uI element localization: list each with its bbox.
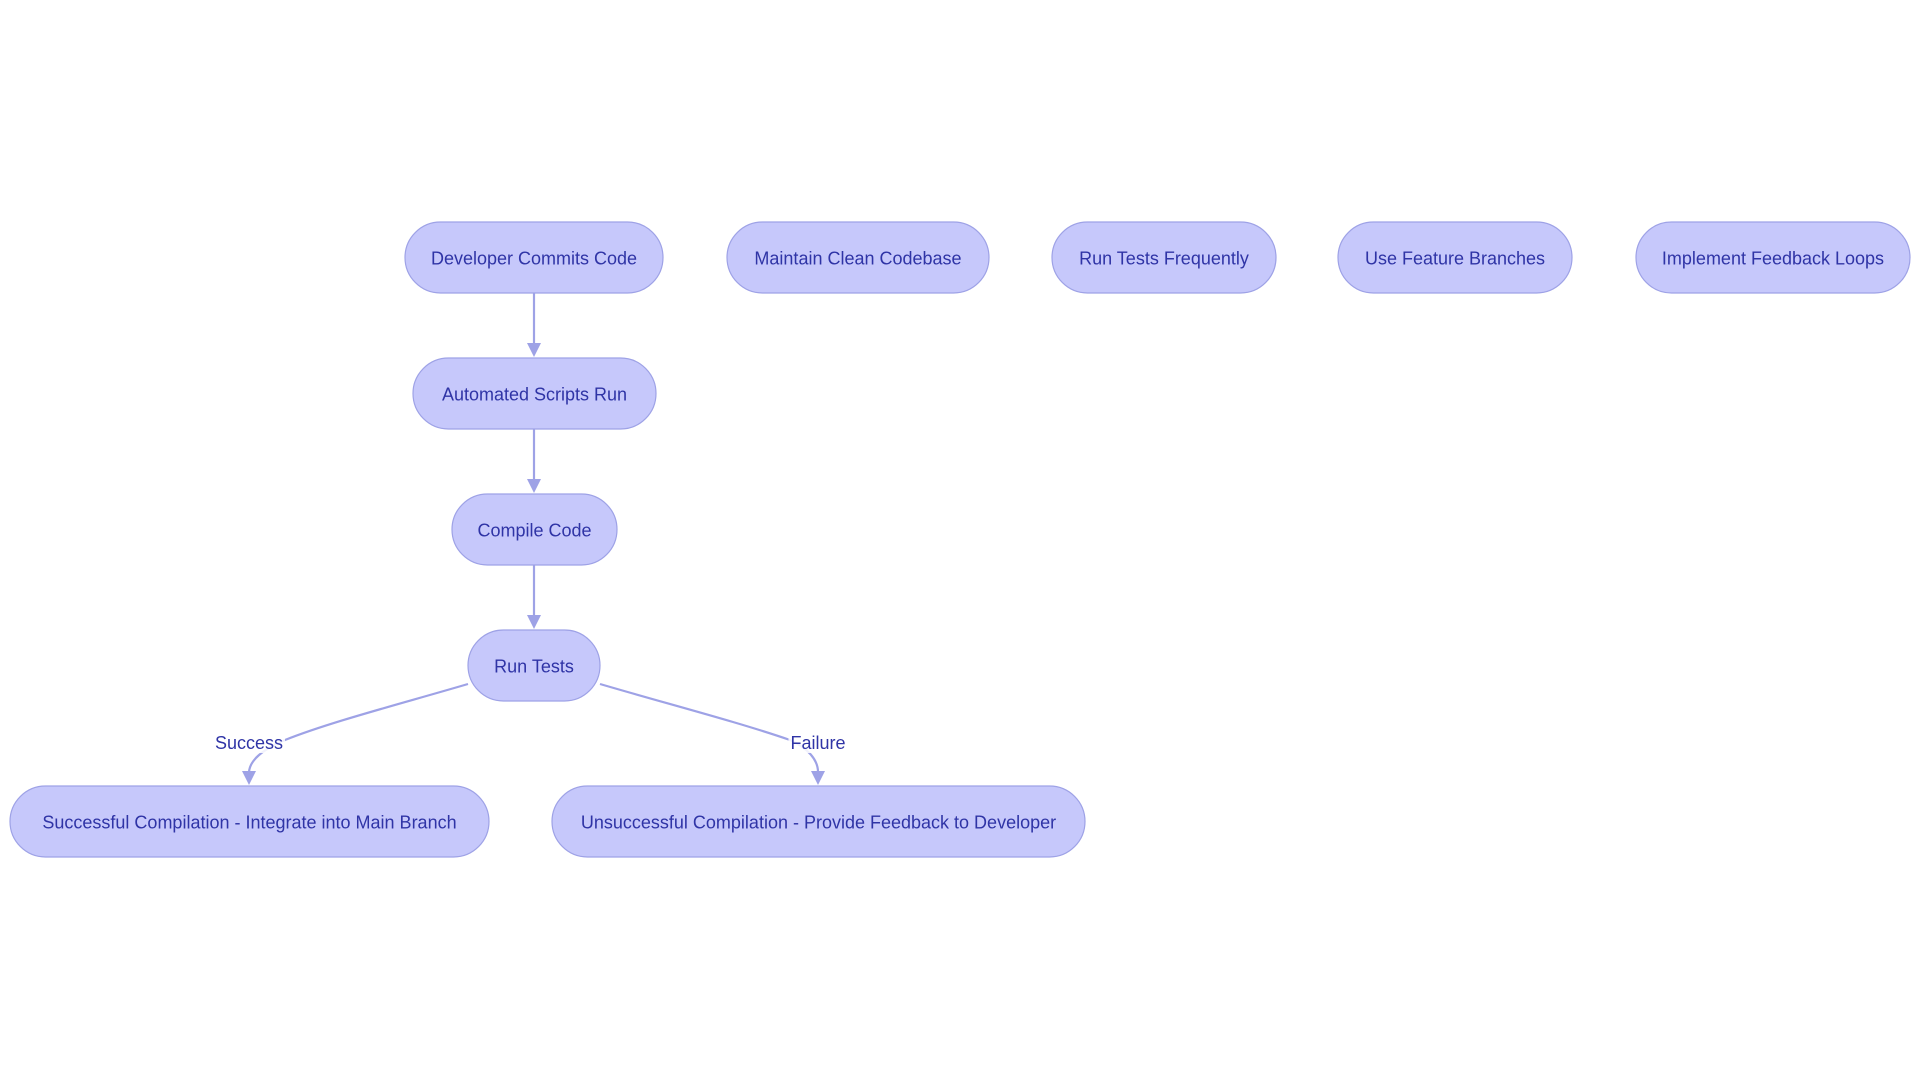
- node-label: Unsuccessful Compilation - Provide Feedb…: [581, 813, 1056, 833]
- node-clean[interactable]: Maintain Clean Codebase: [726, 221, 990, 294]
- arrowhead-icon: [811, 771, 825, 785]
- edge-line: [247, 682, 469, 773]
- node-frequent[interactable]: Run Tests Frequently: [1051, 221, 1277, 294]
- arrowhead-icon: [527, 615, 541, 629]
- edge-compile-to-tests: [527, 565, 541, 629]
- node-scripts[interactable]: Automated Scripts Run: [412, 357, 657, 430]
- edge-label-text: Failure: [790, 733, 845, 753]
- arrowhead-icon: [527, 479, 541, 493]
- node-label: Run Tests: [494, 657, 574, 677]
- edge-label-success: Success: [212, 733, 286, 753]
- arrowhead-icon: [527, 343, 541, 357]
- node-label: Implement Feedback Loops: [1662, 249, 1884, 269]
- node-label: Automated Scripts Run: [442, 385, 627, 405]
- edge-line: [599, 682, 820, 773]
- node-tests[interactable]: Run Tests: [467, 629, 601, 702]
- node-branches[interactable]: Use Feature Branches: [1337, 221, 1573, 294]
- node-compile[interactable]: Compile Code: [451, 493, 618, 566]
- edge-labels-layer: Success Failure: [212, 733, 848, 753]
- node-label: Run Tests Frequently: [1079, 249, 1249, 269]
- node-feedback[interactable]: Implement Feedback Loops: [1635, 221, 1911, 294]
- arrowhead-icon: [242, 771, 256, 785]
- edge-scripts-to-compile: [527, 429, 541, 493]
- edge-label-failure: Failure: [788, 733, 848, 753]
- node-label: Use Feature Branches: [1365, 249, 1545, 269]
- flowchart-diagram: Developer Commits Code Automated Scripts …: [9, 221, 1911, 858]
- node-commit[interactable]: Developer Commits Code: [404, 221, 664, 294]
- node-label: Developer Commits Code: [431, 249, 637, 269]
- node-label: Compile Code: [477, 521, 591, 541]
- node-label: Maintain Clean Codebase: [754, 249, 961, 269]
- edge-commit-to-scripts: [527, 293, 541, 357]
- node-failure[interactable]: Unsuccessful Compilation - Provide Feedb…: [551, 785, 1086, 858]
- nodes-layer: Developer Commits Code Automated Scripts …: [9, 221, 1911, 858]
- node-label: Successful Compilation - Integrate into …: [42, 813, 456, 833]
- edge-label-text: Success: [215, 733, 283, 753]
- node-success[interactable]: Successful Compilation - Integrate into …: [9, 785, 490, 858]
